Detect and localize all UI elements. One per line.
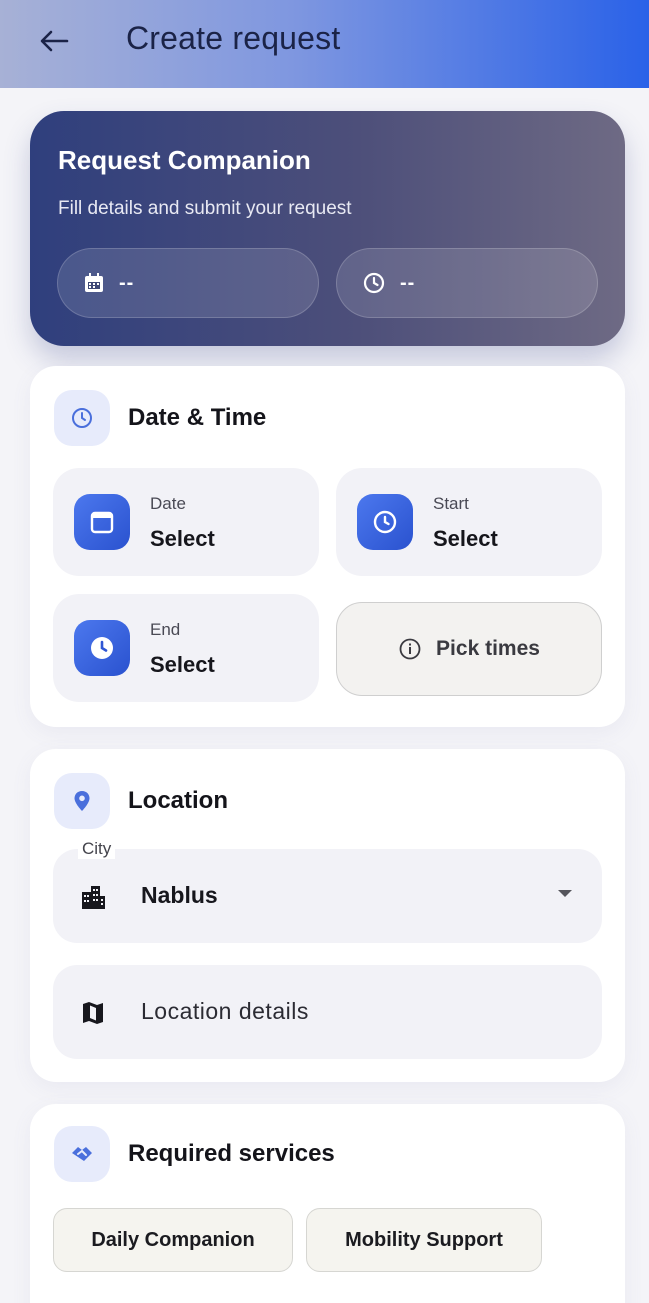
city-dropdown[interactable]: Nablus <box>53 849 602 943</box>
hero-date-value: -- <box>119 271 135 294</box>
start-select-tile[interactable]: Start Select <box>336 468 602 576</box>
app-bar: Create request <box>0 0 649 88</box>
info-icon <box>399 638 421 660</box>
date-label: Date <box>150 494 186 513</box>
map-icon <box>78 998 108 1028</box>
section-icon-box <box>54 773 110 829</box>
location-details-placeholder: Location details <box>141 998 309 1024</box>
date-select-tile[interactable]: Date Select <box>53 468 319 576</box>
section-title: Location <box>128 787 228 814</box>
service-chip[interactable]: Mobility Support <box>306 1208 542 1272</box>
tile-icon-box <box>357 494 413 550</box>
clock-filled-icon <box>91 637 113 659</box>
city-value: Nablus <box>141 882 218 908</box>
pick-times-label: Pick times <box>436 637 540 660</box>
section-icon-box <box>54 1126 110 1182</box>
hero-date-pill[interactable]: -- <box>57 248 319 318</box>
service-chip[interactable]: Daily Companion <box>53 1208 293 1272</box>
calendar-icon <box>90 511 114 534</box>
section-title: Date & Time <box>128 404 267 431</box>
city-label: City <box>78 839 116 859</box>
request-companion-card: Request Companion Fill details and submi… <box>30 111 625 346</box>
back-button[interactable] <box>34 24 74 58</box>
hero-subtitle: Fill details and submit your request <box>58 198 352 219</box>
end-select-tile[interactable]: End Select <box>53 594 319 702</box>
tile-icon-box <box>74 620 130 676</box>
section-icon-box <box>54 390 110 446</box>
date-value: Select <box>150 526 215 551</box>
dropdown-arrow-icon <box>558 890 572 897</box>
tile-icon-box <box>74 494 130 550</box>
clock-icon <box>363 272 385 294</box>
pick-times-button[interactable]: Pick times <box>336 602 602 696</box>
date-time-section: Date & Time Date Select Start Select End… <box>30 366 625 727</box>
section-title: Required services <box>128 1140 335 1167</box>
hero-time-value: -- <box>400 271 416 294</box>
required-services-section: Required services Daily Companion Mobili… <box>30 1104 625 1303</box>
hero-title: Request Companion <box>58 145 311 175</box>
clock-icon <box>72 408 92 428</box>
start-value: Select <box>433 526 498 551</box>
calendar-icon <box>85 273 103 292</box>
location-section: Location Nablus City Location details <box>30 749 625 1082</box>
handshake-icon <box>72 1147 92 1161</box>
end-value: Select <box>150 652 215 677</box>
arrow-left-icon <box>40 30 69 52</box>
end-label: End <box>150 620 181 639</box>
location-details-input[interactable]: Location details <box>53 965 602 1059</box>
clock-icon <box>373 510 397 534</box>
page-title: Create request <box>126 20 341 56</box>
start-label: Start <box>433 494 469 513</box>
location-pin-icon <box>74 791 90 811</box>
hero-time-pill[interactable]: -- <box>336 248 598 318</box>
city-icon <box>78 882 108 912</box>
